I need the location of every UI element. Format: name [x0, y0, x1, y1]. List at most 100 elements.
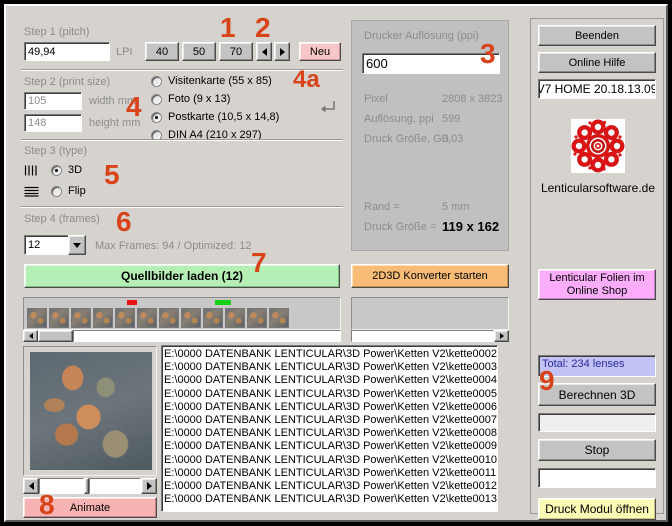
file-list-item[interactable]: E:\0000 DATENBANK LENTICULAR\3D Power\Ke…	[164, 493, 497, 506]
radio-icon	[51, 165, 62, 176]
frames-dropdown[interactable]: 12	[24, 235, 86, 255]
width-input[interactable]: 105	[24, 92, 82, 110]
printsize-option-label: Postkarte (10,5 x 14,8)	[168, 111, 279, 123]
pitch-input[interactable]: 49,94	[24, 42, 110, 61]
printsize-gb-label: Druck Größe, GB	[364, 133, 449, 145]
type-option-3d[interactable]: 3D	[51, 163, 82, 177]
type-option-flip-label: Flip	[68, 185, 86, 197]
pitch-increment-button[interactable]	[274, 42, 290, 61]
file-list-item[interactable]: E:\0000 DATENBANK LENTICULAR\3D Power\Ke…	[164, 414, 497, 427]
thumbnail-strip[interactable]	[23, 297, 341, 330]
shop-button[interactable]: Lenticular Folien im Online Shop	[538, 269, 656, 300]
radio-icon	[151, 94, 162, 105]
lenticular-logo-icon	[571, 119, 625, 173]
type-option-flip[interactable]: Flip	[51, 184, 86, 198]
preview-scroll-left-button[interactable]	[23, 478, 39, 494]
shop-button-line2: Online Shop	[567, 285, 628, 298]
pitch-preset-40-button[interactable]: 40	[145, 42, 179, 61]
preview-scroll-right-button[interactable]	[141, 478, 157, 494]
thumbnail[interactable]	[225, 308, 245, 328]
thumbnail[interactable]	[247, 308, 267, 328]
file-list-item[interactable]: E:\0000 DATENBANK LENTICULAR\3D Power\Ke…	[164, 401, 497, 414]
file-list[interactable]: E:\0000 DATENBANK LENTICULAR\3D Power\Ke…	[161, 345, 498, 512]
scroll-track[interactable]	[351, 330, 494, 342]
preview-scroll-track-right[interactable]	[89, 478, 141, 494]
step4-heading: Step 4 (frames)	[24, 213, 100, 225]
file-list-item[interactable]: E:\0000 DATENBANK LENTICULAR\3D Power\Ke…	[164, 440, 497, 453]
file-list-item[interactable]: E:\0000 DATENBANK LENTICULAR\3D Power\Ke…	[164, 388, 497, 401]
marker-6: 6	[116, 208, 132, 236]
frames-dropdown-arrow[interactable]	[68, 235, 86, 255]
thumbnail[interactable]	[71, 308, 91, 328]
arrow-right-icon	[147, 482, 152, 490]
file-list-item[interactable]: E:\0000 DATENBANK LENTICULAR\3D Power\Ke…	[164, 454, 497, 467]
online-help-button[interactable]: Online Hilfe	[538, 52, 656, 73]
new-button[interactable]: Neu	[299, 42, 341, 61]
total-lenses-box: Total: 234 lenses	[538, 355, 656, 377]
margin-value: 5 mm	[442, 201, 470, 213]
converter-button[interactable]: 2D3D Konverter starten	[351, 264, 509, 288]
thumbnail[interactable]	[269, 308, 289, 328]
stop-button[interactable]: Stop	[538, 439, 656, 461]
progress-bar	[538, 413, 656, 432]
quit-button[interactable]: Beenden	[538, 25, 656, 46]
file-list-item[interactable]: E:\0000 DATENBANK LENTICULAR\3D Power\Ke…	[164, 480, 497, 493]
file-list-item[interactable]: E:\0000 DATENBANK LENTICULAR\3D Power\Ke…	[164, 348, 497, 361]
printsize-value: 119 x 162	[442, 219, 499, 234]
printer-heading: Drucker Auflösung (ppi)	[364, 30, 479, 42]
thumbnail[interactable]	[137, 308, 157, 328]
arrow-left-icon	[262, 48, 267, 56]
horizontal-lines-icon	[24, 186, 42, 197]
arrow-right-icon	[500, 333, 504, 339]
divider-2	[21, 139, 343, 141]
middle-strip-scrollbar[interactable]	[351, 330, 509, 342]
printsize-option-label: Foto (9 x 13)	[168, 93, 230, 105]
file-list-item[interactable]: E:\0000 DATENBANK LENTICULAR\3D Power\Ke…	[164, 374, 497, 387]
pitch-decrement-button[interactable]	[256, 42, 272, 61]
chevron-down-icon	[73, 243, 81, 248]
step2-heading: Step 2 (print size)	[24, 76, 110, 88]
return-arrow-icon[interactable]	[319, 100, 337, 114]
thumbnail-marker-red	[127, 300, 137, 305]
printsize-option-foto[interactable]: Foto (9 x 13)	[151, 92, 321, 106]
thumbnail[interactable]	[115, 308, 135, 328]
thumbnail[interactable]	[181, 308, 201, 328]
middle-strip-panel	[351, 297, 509, 330]
file-list-item[interactable]: E:\0000 DATENBANK LENTICULAR\3D Power\Ke…	[164, 361, 497, 374]
thumbnail[interactable]	[93, 308, 113, 328]
max-frames-label: Max Frames: 94 / Optimized: 12	[95, 240, 252, 252]
scroll-track[interactable]	[73, 330, 341, 342]
thumbnail-scrollbar[interactable]	[23, 330, 341, 342]
thumbnail[interactable]	[49, 308, 69, 328]
pixel-value: 2808 x 3823	[442, 93, 503, 105]
preview-image[interactable]	[30, 352, 152, 470]
preview-panel	[23, 346, 157, 476]
scroll-thumb[interactable]	[38, 330, 73, 342]
file-list-item[interactable]: E:\0000 DATENBANK LENTICULAR\3D Power\Ke…	[164, 427, 497, 440]
marker-4a: 4a	[293, 68, 320, 92]
resolution-label: Auflösung, ppi	[364, 113, 434, 125]
thumbnail[interactable]	[27, 308, 47, 328]
thumbnail[interactable]	[159, 308, 179, 328]
brand-label: Lenticularsoftware.de	[531, 181, 665, 195]
scroll-right-button[interactable]	[494, 330, 509, 342]
shop-button-line1: Lenticular Folien im	[549, 272, 644, 285]
arrow-right-icon	[280, 48, 285, 56]
height-input[interactable]: 148	[24, 114, 82, 132]
pitch-preset-50-button[interactable]: 50	[182, 42, 216, 61]
pitch-preset-70-button[interactable]: 70	[219, 42, 253, 61]
marker-8: 8	[39, 491, 55, 519]
file-list-item[interactable]: E:\0000 DATENBANK LENTICULAR\3D Power\Ke…	[164, 467, 497, 480]
scroll-left-button[interactable]	[23, 330, 38, 342]
print-module-button[interactable]: Druck Modul öffnen	[538, 498, 656, 520]
printsize-option-label: Visitenkarte (55 x 85)	[168, 75, 272, 87]
load-source-images-button[interactable]: Quellbilder laden (12)	[24, 264, 340, 288]
printsize-gb-value: 0,03	[442, 133, 463, 145]
thumbnail[interactable]	[203, 308, 223, 328]
logo	[571, 119, 625, 173]
version-field: V7 HOME 20.18.13.09	[538, 79, 656, 99]
printsize-option-postkarte[interactable]: Postkarte (10,5 x 14,8)	[151, 110, 321, 124]
marker-3: 3	[480, 40, 496, 68]
frames-dropdown-value: 12	[28, 239, 40, 251]
calculate-3d-button[interactable]: Berechnen 3D	[538, 383, 656, 406]
